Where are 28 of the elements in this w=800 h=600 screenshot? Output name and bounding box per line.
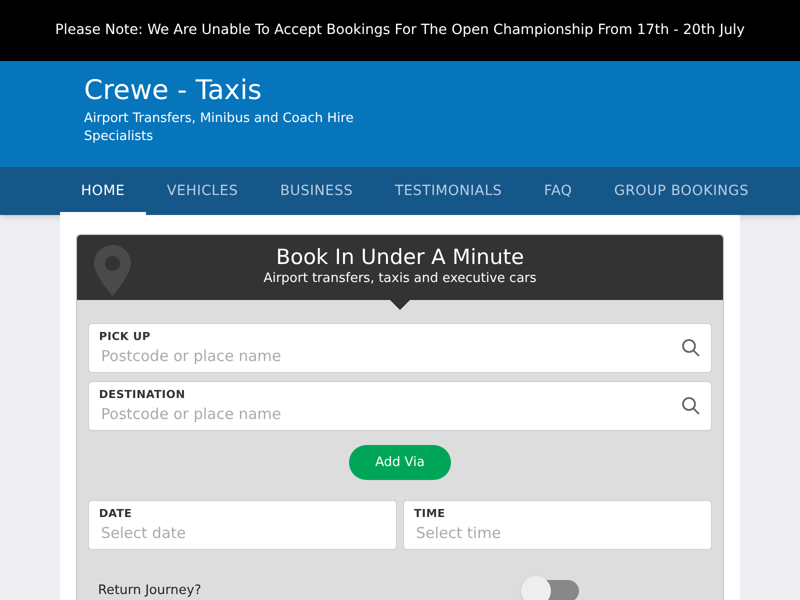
card-title: Book In Under A Minute xyxy=(276,244,524,270)
text-input[interactable]: Select time xyxy=(414,523,701,543)
site-title: Crewe - Taxis xyxy=(84,74,262,108)
input-field[interactable]: TIME Select time xyxy=(403,500,712,550)
text-input[interactable]: Postcode or place name xyxy=(99,346,681,366)
return-journey-toggle[interactable] xyxy=(521,576,580,600)
nav-tab[interactable]: VEHICLES xyxy=(146,167,260,215)
notice-bar: Please Note: We Are Unable To Accept Bookings For The Open Championship From 17th - 20th July xyxy=(0,0,800,61)
nav-tab[interactable]: TESTIMONIALS xyxy=(374,167,523,215)
text-input[interactable]: Select date xyxy=(99,523,386,543)
search-icon[interactable] xyxy=(681,338,701,358)
text-input[interactable]: Postcode or place name xyxy=(99,404,681,424)
field-label: PICK UP xyxy=(99,330,151,344)
nav-tab[interactable]: BUSINESS xyxy=(259,167,374,215)
input-field[interactable]: DESTINATION Postcode or place name xyxy=(88,381,712,431)
input-field[interactable]: PICK UP Postcode or place name xyxy=(88,323,712,373)
field-label: DESTINATION xyxy=(99,388,186,402)
field-label: DATE xyxy=(99,507,132,521)
nav-tab[interactable]: FAQ xyxy=(522,167,594,215)
return-journey-label: Return Journey? xyxy=(98,582,202,600)
location-pin-icon xyxy=(94,245,131,296)
input-field[interactable]: DATE Select date xyxy=(88,500,397,550)
tagline: Airport Transfers, Minibus and Coach Hire Specialists xyxy=(84,110,355,146)
card-subtitle: Airport transfers, taxis and executive cars xyxy=(263,270,537,288)
nav-tab[interactable]: GROUP BOOKINGS xyxy=(593,167,770,215)
add-via-button[interactable]: Add Via xyxy=(349,445,451,480)
field-label: TIME xyxy=(414,507,446,521)
search-icon[interactable] xyxy=(681,396,701,416)
